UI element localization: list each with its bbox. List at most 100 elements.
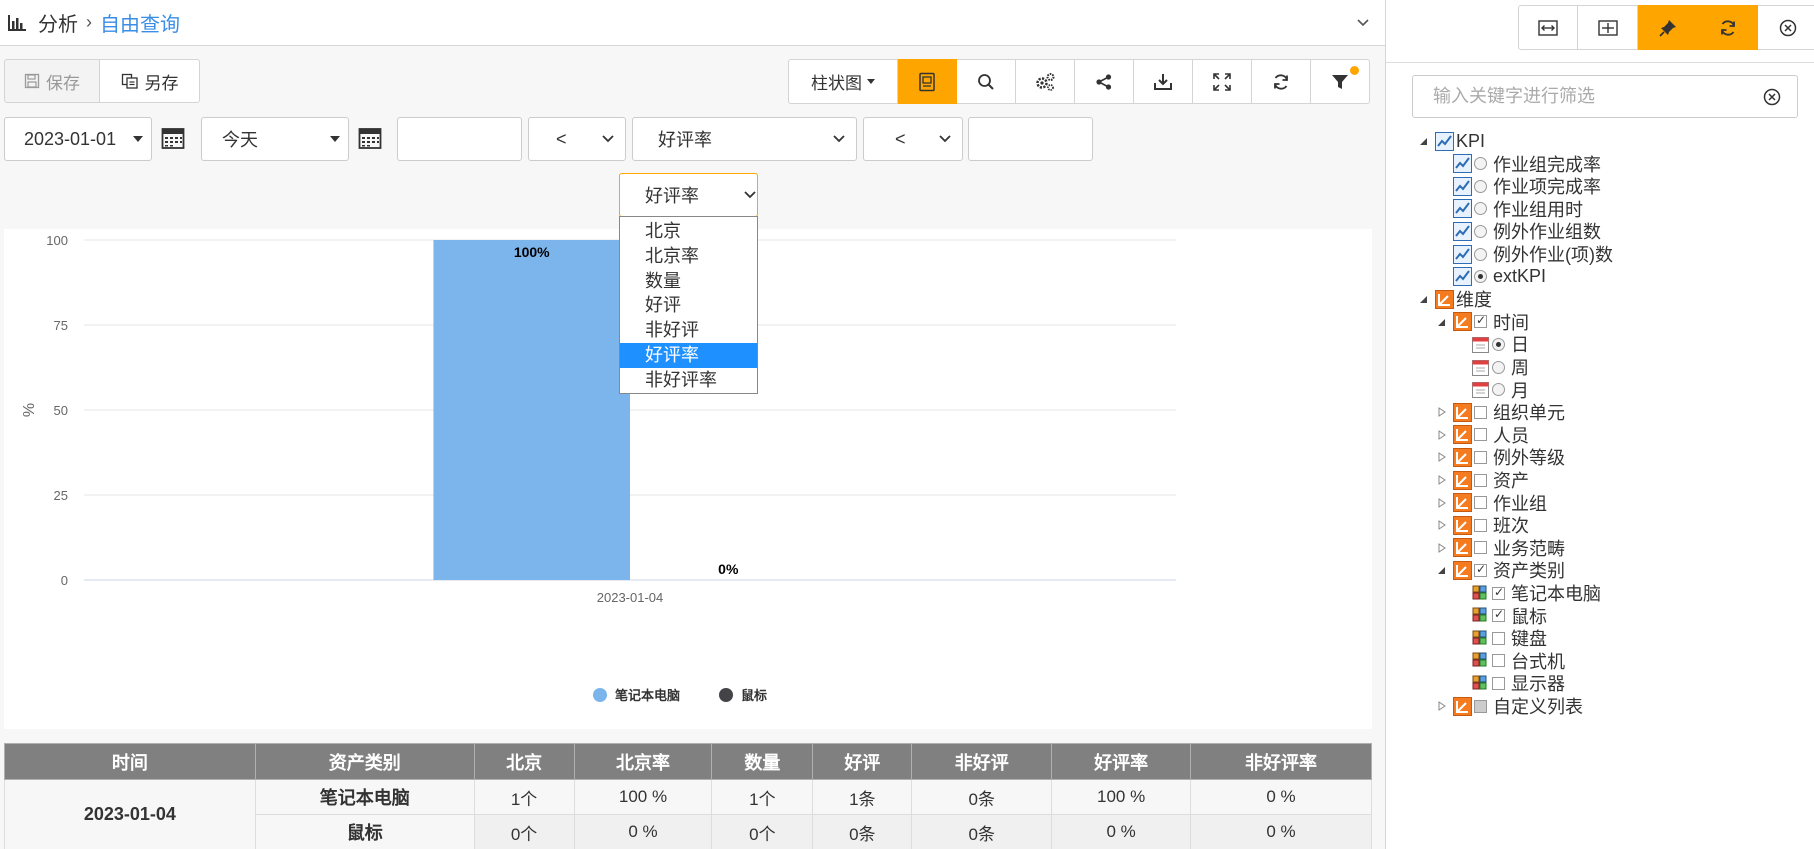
checkbox[interactable] bbox=[1474, 562, 1487, 577]
close-panel-button[interactable] bbox=[1758, 5, 1814, 50]
measure-option[interactable]: 非好评 bbox=[620, 318, 757, 343]
checkbox[interactable] bbox=[1474, 496, 1487, 510]
column-header[interactable]: 非好评 bbox=[911, 743, 1053, 780]
tree-filter-input[interactable] bbox=[1413, 86, 1763, 107]
save-as-button[interactable]: 另存 bbox=[99, 59, 200, 103]
checkbox[interactable] bbox=[1492, 676, 1505, 690]
calendar-icon[interactable] bbox=[161, 126, 185, 150]
column-header[interactable]: 好评率 bbox=[1051, 743, 1192, 780]
sync-button[interactable] bbox=[1698, 5, 1758, 50]
operator-select-2[interactable]: < bbox=[863, 117, 963, 161]
tree-node-dimension-item[interactable]: 人员 bbox=[1437, 424, 1529, 446]
tree-node-kpi-item[interactable]: extKPI bbox=[1437, 266, 1546, 288]
radio[interactable] bbox=[1474, 179, 1487, 193]
fullscreen-button[interactable] bbox=[1193, 59, 1252, 104]
tree-node-time-unit[interactable]: 周 bbox=[1455, 356, 1529, 378]
measure-option[interactable]: 数量 bbox=[620, 269, 757, 294]
radio[interactable] bbox=[1474, 224, 1487, 238]
tree-node-dimension-item[interactable]: 组织单元 bbox=[1437, 401, 1565, 423]
tree-node-time-unit[interactable]: 日 bbox=[1455, 333, 1529, 355]
tree-node-asset-item[interactable]: 鼠标 bbox=[1455, 605, 1547, 627]
chart-type-dropdown[interactable]: 柱状图 bbox=[788, 59, 898, 104]
tree-node-kpi-item[interactable]: 例外作业(项)数 bbox=[1437, 243, 1613, 265]
tree-node-kpi[interactable]: KPI bbox=[1419, 130, 1485, 152]
checkbox[interactable] bbox=[1474, 541, 1487, 555]
column-header[interactable]: 时间 bbox=[4, 743, 256, 780]
filter-button[interactable] bbox=[1311, 59, 1370, 104]
breadcrumb-root[interactable]: 分析 bbox=[38, 8, 78, 37]
tree-node-dimension-item[interactable]: 资产 bbox=[1437, 469, 1529, 491]
search-button[interactable] bbox=[957, 59, 1016, 104]
checkbox[interactable] bbox=[1474, 405, 1487, 419]
radio[interactable] bbox=[1492, 383, 1505, 397]
clear-icon[interactable] bbox=[1763, 88, 1781, 106]
tree-node-custom-list[interactable]: 自定义列表 bbox=[1437, 695, 1583, 717]
download-button[interactable] bbox=[1134, 59, 1193, 104]
start-date-select[interactable]: 2023-01-01 bbox=[4, 117, 152, 161]
breadcrumb-current[interactable]: 自由查询 bbox=[100, 8, 180, 37]
checkbox[interactable] bbox=[1474, 699, 1487, 713]
pin-button[interactable] bbox=[1638, 5, 1698, 50]
tree-node-time-unit[interactable]: 月 bbox=[1455, 379, 1529, 401]
checkbox[interactable] bbox=[1492, 654, 1505, 668]
radio[interactable] bbox=[1474, 157, 1487, 171]
tree-node-kpi-item[interactable]: 作业组用时 bbox=[1437, 198, 1583, 220]
end-date-select[interactable]: 今天 bbox=[201, 117, 349, 161]
refresh-button[interactable] bbox=[1252, 59, 1311, 104]
column-header[interactable]: 好评 bbox=[812, 743, 913, 780]
operator-select-1[interactable]: < bbox=[528, 117, 626, 161]
tree-filter[interactable] bbox=[1412, 75, 1798, 118]
measure-select[interactable]: 好评率 bbox=[619, 173, 758, 217]
checkbox[interactable] bbox=[1474, 428, 1487, 442]
expand-width-button[interactable] bbox=[1518, 5, 1578, 50]
save-button[interactable]: 保存 bbox=[4, 59, 100, 103]
shrink-horizontal-icon bbox=[1597, 19, 1618, 36]
column-header[interactable]: 北京 bbox=[473, 743, 575, 780]
shrink-width-button[interactable] bbox=[1578, 5, 1638, 50]
radio[interactable] bbox=[1492, 337, 1505, 351]
column-header[interactable]: 北京率 bbox=[573, 743, 713, 780]
tree-node-kpi-item[interactable]: 作业项完成率 bbox=[1437, 175, 1601, 197]
measure-option[interactable]: 好评 bbox=[620, 293, 757, 318]
tree-node-dimension-item[interactable]: 例外等级 bbox=[1437, 446, 1565, 468]
checkbox[interactable] bbox=[1474, 313, 1487, 329]
tree-node-asset-item[interactable]: 台式机 bbox=[1455, 650, 1565, 672]
checkbox[interactable] bbox=[1474, 473, 1487, 487]
tree-node-asset-item[interactable]: 笔记本电脑 bbox=[1455, 582, 1601, 604]
tree-node-asset-item[interactable]: 显示器 bbox=[1455, 672, 1565, 694]
column-header[interactable]: 资产类别 bbox=[254, 743, 475, 780]
tree-node-kpi-item[interactable]: 例外作业组数 bbox=[1437, 220, 1601, 242]
radio[interactable] bbox=[1474, 247, 1487, 261]
checkbox[interactable] bbox=[1474, 518, 1487, 532]
tree-node-dimension-item[interactable]: 业务范畴 bbox=[1437, 537, 1565, 559]
checkbox[interactable] bbox=[1492, 607, 1505, 623]
tree-node-asset-type[interactable]: 资产类别 bbox=[1437, 559, 1565, 581]
table-row: 2023-01-04 笔记本电脑 1个 100 % 1个 1条 0条 100 %… bbox=[4, 779, 1372, 849]
tree-node-dimension-item[interactable]: 班次 bbox=[1437, 514, 1529, 536]
tree-node-time[interactable]: 时间 bbox=[1437, 311, 1529, 333]
measure-option[interactable]: 好评率 bbox=[620, 342, 757, 368]
settings-button[interactable] bbox=[1016, 59, 1075, 104]
tree-node-asset-item[interactable]: 键盘 bbox=[1455, 627, 1547, 649]
share-button[interactable] bbox=[1075, 59, 1134, 104]
calendar-icon[interactable] bbox=[358, 126, 382, 150]
value-input-2[interactable] bbox=[968, 117, 1093, 161]
radio[interactable] bbox=[1474, 202, 1487, 216]
radio[interactable] bbox=[1474, 270, 1487, 284]
report-toggle-button[interactable] bbox=[898, 59, 957, 104]
column-header[interactable]: 非好评率 bbox=[1190, 743, 1372, 780]
checkbox[interactable] bbox=[1474, 450, 1487, 464]
radio[interactable] bbox=[1492, 360, 1505, 374]
checkbox[interactable] bbox=[1492, 585, 1505, 600]
tree-node-dimension-item[interactable]: 作业组 bbox=[1437, 492, 1547, 514]
measure-option[interactable]: 北京 bbox=[620, 219, 757, 244]
chevron-down-icon[interactable] bbox=[1355, 14, 1371, 30]
measure-option[interactable]: 非好评率 bbox=[620, 368, 757, 393]
column-header[interactable]: 数量 bbox=[711, 743, 814, 780]
value-input-1[interactable] bbox=[397, 117, 522, 161]
measure-option[interactable]: 北京率 bbox=[620, 244, 757, 269]
tree-node-kpi-item[interactable]: 作业组完成率 bbox=[1437, 153, 1601, 175]
tree-node-dimension[interactable]: 维度 bbox=[1419, 288, 1492, 310]
checkbox[interactable] bbox=[1492, 631, 1505, 645]
metric-select[interactable]: 好评率 bbox=[632, 117, 857, 161]
